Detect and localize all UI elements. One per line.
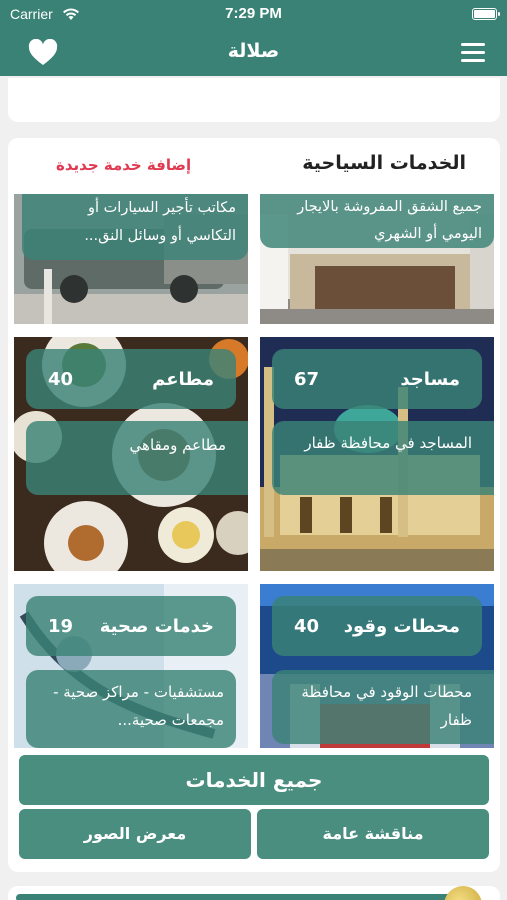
health-services-count: 19 (48, 615, 74, 637)
general-discussion-button[interactable]: مناقشة عامة (257, 809, 489, 859)
nav-bar: صلالة (0, 30, 507, 76)
mosques-desc-box: المساجد في محافظة ظفار (272, 421, 494, 495)
all-services-button[interactable]: جميع الخدمات (19, 755, 489, 805)
car-rental-description: مكاتب تأجير السيارات أو التكاسي أو وسائل… (84, 200, 236, 244)
mosques-description: المساجد في محافظة ظفار (304, 434, 472, 452)
photo-gallery-label: معرض الصور (83, 824, 187, 843)
top-card (8, 78, 500, 122)
mosques-count: 67 (294, 368, 320, 390)
status-time: 7:29 PM (225, 5, 282, 22)
fuel-stations-count: 40 (294, 615, 320, 637)
fuel-stations-title-box: محطات وقود 40 (272, 596, 482, 656)
tile-car-rental[interactable]: مكاتب تأجير السيارات أو التكاسي أو وسائل… (14, 194, 248, 324)
tile-apartments[interactable]: جميع الشقق المفروشة بالايجار اليومي أو ا… (260, 194, 494, 324)
restaurants-desc-box: مطاعم ومقاهي (26, 421, 248, 495)
health-services-title-box: خدمات صحية 19 (26, 596, 236, 656)
status-bar: Carrier 7:29 PM (0, 0, 507, 30)
menu-icon[interactable] (461, 43, 485, 63)
services-card: الخدمات السياحية إضافة خدمة جديدة جميع ا… (8, 138, 500, 872)
tile-mosques[interactable]: مساجد 67 المساجد في محافظة ظفار (260, 337, 494, 571)
battery-icon (472, 8, 500, 20)
restaurants-title-box: مطاعم 40 (26, 349, 236, 409)
health-services-title: خدمات صحية (99, 615, 214, 637)
add-service-link[interactable]: إضافة خدمة جديدة (56, 156, 191, 174)
apartments-description: جميع الشقق المفروشة بالايجار اليومي أو ا… (297, 199, 482, 242)
mosques-title-box: مساجد 67 (272, 349, 482, 409)
tile-fuel-stations[interactable]: محطات وقود 40 محطات الوقود في محافظة ظفا… (260, 584, 494, 748)
apartments-desc-box: جميع الشقق المفروشة بالايجار اليومي أو ا… (260, 194, 494, 248)
next-card-header (16, 894, 456, 900)
general-discussion-label: مناقشة عامة (322, 824, 424, 843)
mosques-title: مساجد (400, 368, 460, 390)
health-services-description: مستشفيات - مراكز صحية - مجمعات صحية... (53, 683, 224, 729)
restaurants-description: مطاعم ومقاهي (129, 436, 226, 454)
fuel-stations-desc-box: محطات الوقود في محافظة ظفار (272, 670, 494, 744)
tile-restaurants[interactable]: مطاعم 40 مطاعم ومقاهي (14, 337, 248, 571)
all-services-label: جميع الخدمات (185, 768, 323, 792)
photo-gallery-button[interactable]: معرض الصور (19, 809, 251, 859)
section-title: الخدمات السياحية (302, 152, 466, 174)
health-services-desc-box: مستشفيات - مراكز صحية - مجمعات صحية... (26, 670, 236, 748)
tile-health-services[interactable]: خدمات صحية 19 مستشفيات - مراكز صحية - مج… (14, 584, 248, 748)
fuel-stations-title: محطات وقود (343, 615, 460, 637)
restaurants-count: 40 (48, 368, 74, 390)
fuel-stations-description: محطات الوقود في محافظة ظفار (301, 683, 472, 729)
restaurants-title: مطاعم (152, 368, 214, 390)
next-card (8, 886, 500, 900)
car-rental-desc-box: مكاتب تأجير السيارات أو التكاسي أو وسائل… (22, 194, 248, 260)
page-title: صلالة (227, 40, 280, 62)
